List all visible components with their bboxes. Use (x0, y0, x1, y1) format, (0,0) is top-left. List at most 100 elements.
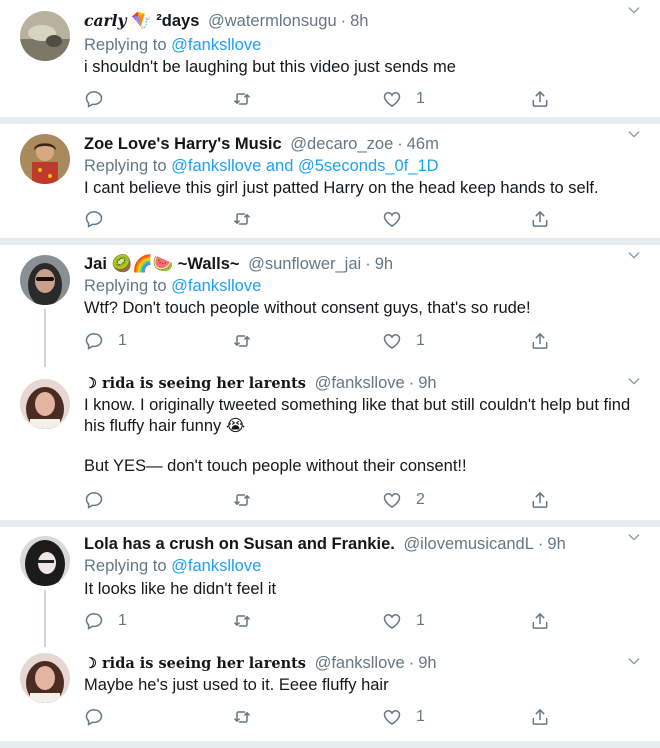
reply-button[interactable] (84, 489, 118, 511)
user-handle[interactable]: @ilovemusicandL (403, 535, 533, 553)
retweet-button[interactable] (232, 489, 266, 511)
tweet-actions: 1 (84, 88, 554, 110)
like-icon (382, 490, 402, 510)
reply-button[interactable]: 1 (84, 610, 127, 632)
user-handle[interactable]: @fanksllove (315, 654, 405, 672)
chevron-down-icon[interactable] (626, 529, 642, 545)
tweet[interactable]: Zoe Love's Harry's Music @decaro_zoe · 46m… (0, 124, 660, 238)
like-button[interactable]: 1 (382, 88, 425, 110)
mention-link[interactable]: @fanksllove (171, 277, 261, 295)
share-button[interactable] (530, 88, 550, 110)
like-button[interactable]: 1 (382, 610, 425, 632)
chevron-down-icon[interactable] (626, 373, 642, 389)
display-name[interactable]: Zoe Love's Harry's Music (84, 135, 282, 153)
tweet[interactable]: ☽ rida is seeing her larents @fanksllove… (0, 365, 660, 520)
divider (0, 520, 660, 527)
timestamp[interactable]: 9h (547, 535, 565, 553)
user-handle[interactable]: @decaro_zoe (290, 135, 393, 153)
tweet-paragraph: I know. I originally tweeted something l… (84, 396, 631, 435)
tweet-header: Jai 🥝🌈🍉 ~Walls~ @sunflower_jai · 9h (84, 253, 393, 275)
separator-dot: · (397, 135, 403, 153)
mention-link[interactable]: @fanksllove (171, 36, 261, 54)
share-button[interactable] (530, 330, 550, 352)
timestamp[interactable]: 9h (418, 374, 436, 392)
reply-button[interactable] (84, 706, 118, 728)
retweet-icon (232, 490, 252, 510)
avatar[interactable] (20, 536, 70, 586)
user-handle[interactable]: @fanksllove (315, 374, 405, 392)
mention-link[interactable]: @5seconds_0f_1D (298, 157, 439, 175)
retweet-button[interactable] (232, 208, 266, 230)
mention-link[interactable]: @fanksllove (171, 557, 261, 575)
tweet[interactable]: ☽ rida is seeing her larents @fanksllove… (0, 645, 660, 741)
tweet[interactable]: Lola has a crush on Susan and Frankie. @… (0, 527, 660, 647)
user-handle[interactable]: @watermlonsugu (208, 12, 337, 30)
tweet[interactable]: Jai 🥝🌈🍉 ~Walls~ @sunflower_jai · 9h Replyi… (0, 245, 660, 367)
tweet-actions (84, 208, 554, 230)
separator-dot: · (537, 535, 544, 553)
tweet-text: i shouldn't be laughing but this video j… (84, 57, 644, 78)
tweet-actions: 2 (84, 489, 554, 511)
tweet-text: I know. I originally tweeted something l… (84, 395, 644, 477)
replying-to: Replying to @fanksllove (84, 275, 261, 297)
divider (0, 741, 660, 748)
tweet-header: Zoe Love's Harry's Music @decaro_zoe · 46m (84, 133, 439, 155)
display-name[interactable]: ☽ rida is seeing her larents (84, 655, 306, 672)
timestamp[interactable]: 46m (407, 135, 439, 153)
retweet-button[interactable] (232, 610, 266, 632)
like-button[interactable] (382, 208, 416, 230)
like-button[interactable]: 1 (382, 706, 425, 728)
reply-button[interactable] (84, 208, 118, 230)
reply-icon (84, 707, 104, 727)
retweet-icon (232, 209, 252, 229)
display-name[interactable]: carly (84, 11, 127, 30)
reply-button[interactable]: 1 (84, 330, 127, 352)
mention-link[interactable]: @fanksllove (171, 157, 261, 175)
chevron-down-icon[interactable] (626, 2, 642, 18)
retweet-button[interactable] (232, 88, 266, 110)
like-icon (382, 707, 402, 727)
tweet-actions: 1 1 (84, 330, 554, 352)
tweet-actions: 1 (84, 706, 554, 728)
avatar[interactable] (20, 653, 70, 703)
avatar[interactable] (20, 134, 70, 184)
divider (0, 238, 660, 245)
share-icon (530, 331, 550, 351)
share-button[interactable] (530, 208, 550, 230)
tweet-text: I cant believe this girl just patted Har… (84, 178, 644, 199)
timestamp[interactable]: 8h (350, 12, 368, 30)
chevron-down-icon[interactable] (626, 653, 642, 669)
user-handle[interactable]: @sunflower_jai (248, 255, 361, 273)
chevron-down-icon[interactable] (626, 247, 642, 263)
chevron-down-icon[interactable] (626, 126, 642, 142)
display-name-suffix: ²days (156, 12, 200, 30)
timestamp[interactable]: 9h (375, 255, 393, 273)
reply-button[interactable] (84, 88, 118, 110)
like-button[interactable]: 1 (382, 330, 425, 352)
retweet-button[interactable] (232, 706, 266, 728)
like-button[interactable]: 2 (382, 489, 425, 511)
tweet-text: Maybe he's just used to it. Eeee fluffy … (84, 675, 644, 696)
avatar[interactable] (20, 379, 70, 429)
reply-icon (84, 490, 104, 510)
share-button[interactable] (530, 489, 550, 511)
display-name[interactable]: ☽ rida is seeing her larents (84, 375, 306, 392)
like-count: 1 (416, 612, 425, 629)
replying-to: Replying to @fanksllove (84, 34, 261, 56)
thread-line (44, 590, 46, 647)
tweet[interactable]: carly 🪁 ²days @watermlonsugu · 8h Replying… (0, 0, 660, 117)
replying-prefix: Replying to (84, 157, 167, 175)
display-name[interactable]: Jai (84, 255, 107, 273)
avatar[interactable] (20, 255, 70, 305)
avatar[interactable] (20, 11, 70, 61)
retweet-icon (232, 331, 252, 351)
tweet-paragraph: Maybe he's just used to it. Eeee fluffy … (84, 676, 389, 694)
share-button[interactable] (530, 610, 550, 632)
timestamp[interactable]: 9h (418, 654, 436, 672)
share-icon (530, 611, 550, 631)
replying-to: Replying to @fanksllove (84, 555, 261, 577)
share-button[interactable] (530, 706, 550, 728)
like-count: 2 (416, 491, 425, 508)
retweet-button[interactable] (232, 330, 266, 352)
display-name[interactable]: Lola has a crush on Susan and Frankie. (84, 535, 395, 553)
